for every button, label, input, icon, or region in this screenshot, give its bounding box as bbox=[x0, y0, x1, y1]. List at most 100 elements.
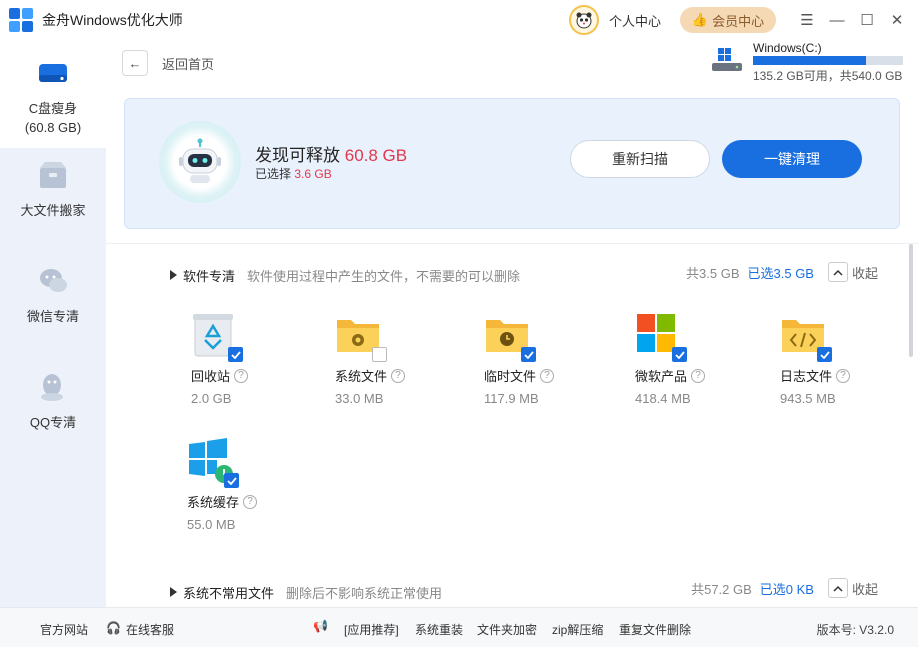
robot-icon bbox=[159, 121, 241, 203]
file-item-system-cache[interactable]: 系统缓存? 55.0 MB bbox=[187, 438, 297, 532]
microsoft-logo-icon bbox=[635, 312, 687, 362]
chevron-up-icon[interactable] bbox=[827, 578, 848, 598]
help-icon[interactable]: ? bbox=[234, 368, 249, 383]
file-item-log-files[interactable]: 日志文件? 943.5 MB bbox=[780, 312, 890, 406]
selected-value: 3.6 GB bbox=[294, 167, 332, 181]
checkbox-checked[interactable] bbox=[521, 347, 536, 362]
item-name: 临时文件 bbox=[484, 369, 537, 384]
item-name: 系统缓存 bbox=[187, 495, 240, 510]
thumb-up-icon: 👍 bbox=[691, 12, 709, 27]
checkbox-checked[interactable] bbox=[224, 473, 239, 488]
headset-icon: 🎧 bbox=[106, 621, 121, 635]
folder-gear-icon bbox=[335, 312, 387, 362]
sidebar: C盘瘦身 (60.8 GB) 大文件搬家 微信专清 QQ专清 bbox=[0, 40, 106, 607]
file-item-recycle-bin[interactable]: 回收站? 2.0 GB bbox=[191, 312, 301, 406]
wechat-icon bbox=[36, 264, 70, 298]
official-site-link[interactable]: 官方网站 bbox=[40, 621, 88, 638]
version-label: 版本号: V3.2.0 bbox=[816, 623, 894, 637]
rescan-button[interactable]: 重新扫描 bbox=[570, 140, 710, 178]
expand-arrow-icon bbox=[170, 587, 177, 597]
duplicate-delete-link[interactable]: 重复文件删除 bbox=[619, 621, 691, 638]
section-total: 共3.5 GB bbox=[686, 265, 740, 281]
back-button[interactable]: ← bbox=[122, 50, 148, 76]
item-name: 微软产品 bbox=[635, 369, 688, 384]
item-size: 418.4 MB bbox=[635, 391, 691, 406]
sidebar-item-large-files[interactable]: 大文件搬家 bbox=[0, 158, 106, 219]
section-desc: 删除后不影响系统正常使用 bbox=[286, 585, 443, 601]
section-software-header[interactable]: 软件专清 软件使用过程中产生的文件，不需要的可以删除 bbox=[170, 265, 520, 285]
drive-name: Windows(C:) bbox=[753, 41, 822, 55]
collapse-link[interactable]: 收起 bbox=[852, 579, 878, 598]
sidebar-item-label: QQ专清 bbox=[29, 415, 77, 430]
sidebar-item-wechat[interactable]: 微信专清 bbox=[0, 264, 106, 325]
arrow-left-icon: ← bbox=[128, 55, 142, 71]
section-software-summary: 共3.5 GB 已选3.5 GB 收起 bbox=[686, 262, 878, 282]
section-uncommon-summary: 共57.2 GB 已选0 KB 收起 bbox=[691, 578, 878, 598]
file-item-temp-files[interactable]: 临时文件? 117.9 MB bbox=[484, 312, 594, 406]
expand-arrow-icon bbox=[170, 270, 177, 280]
item-size: 943.5 MB bbox=[780, 391, 836, 406]
windows-drive-icon bbox=[712, 48, 742, 71]
file-item-system-files[interactable]: 系统文件? 33.0 MB bbox=[335, 312, 445, 406]
app-title: 金舟Windows优化大师 bbox=[42, 12, 183, 28]
app-recommend-label: [应用推荐] bbox=[344, 623, 399, 637]
app-logo-icon bbox=[9, 8, 33, 32]
system-reinstall-link[interactable]: 系统重装 bbox=[415, 621, 463, 638]
sidebar-item-qq[interactable]: QQ专清 bbox=[0, 370, 106, 431]
one-click-clean-button[interactable]: 一键清理 bbox=[722, 140, 862, 178]
sidebar-item-label: 大文件搬家 bbox=[20, 203, 86, 218]
found-summary: 发现可释放 60.8 GB bbox=[255, 141, 407, 166]
sidebar-item-sublabel: (60.8 GB) bbox=[24, 120, 82, 135]
section-title: 软件专清 bbox=[183, 268, 236, 284]
zip-link[interactable]: zip解压缩 bbox=[552, 621, 603, 638]
help-icon[interactable]: ? bbox=[540, 368, 555, 383]
hard-drive-icon bbox=[36, 56, 70, 90]
help-icon[interactable]: ? bbox=[691, 368, 706, 383]
checkbox-checked[interactable] bbox=[672, 347, 687, 362]
chevron-up-icon[interactable] bbox=[827, 262, 848, 282]
vip-center-label: 会员中心 bbox=[712, 13, 765, 29]
folder-clock-icon bbox=[484, 312, 536, 362]
windows-cache-icon bbox=[187, 438, 239, 488]
drive-usage-fill bbox=[753, 56, 866, 65]
avatar[interactable] bbox=[568, 5, 599, 35]
checkbox-checked[interactable] bbox=[228, 347, 243, 362]
megaphone-icon: 📢 bbox=[313, 619, 328, 633]
folder-encrypt-link[interactable]: 文件夹加密 bbox=[477, 621, 537, 638]
online-service-link[interactable]: 在线客服 bbox=[126, 621, 174, 638]
personal-center-link[interactable]: 个人中心 bbox=[609, 11, 661, 30]
help-icon[interactable]: ? bbox=[243, 494, 258, 509]
help-icon[interactable]: ? bbox=[391, 368, 406, 383]
selected-label: 已选择 bbox=[255, 167, 292, 181]
sidebar-item-c-drive[interactable]: C盘瘦身 (60.8 GB) bbox=[0, 40, 106, 148]
folder-code-icon bbox=[780, 312, 832, 362]
menu-icon[interactable]: ☰ bbox=[792, 0, 822, 40]
item-name: 系统文件 bbox=[335, 369, 388, 384]
scan-summary-card: 发现可释放 60.8 GB 已选择 3.6 GB 重新扫描 一键清理 bbox=[124, 98, 900, 229]
section-total: 共57.2 GB bbox=[691, 581, 752, 597]
help-icon[interactable]: ? bbox=[836, 368, 851, 383]
collapse-link[interactable]: 收起 bbox=[852, 263, 878, 282]
title-bar: 金舟Windows优化大师 个人中心 👍 会员中心 ☰ — ☐ ✕ bbox=[0, 0, 918, 40]
found-value: 60.8 GB bbox=[344, 146, 408, 165]
section-selected: 已选0 KB bbox=[759, 581, 814, 597]
close-icon[interactable]: ✕ bbox=[882, 0, 912, 40]
drive-usage-text: 135.2 GB可用，共540.0 GB bbox=[753, 69, 903, 83]
item-size: 33.0 MB bbox=[335, 391, 384, 406]
sidebar-item-label: C盘瘦身 bbox=[28, 101, 78, 116]
scrollbar[interactable] bbox=[909, 244, 913, 357]
section-desc: 软件使用过程中产生的文件，不需要的可以删除 bbox=[247, 268, 521, 284]
back-home-link[interactable]: 返回首页 bbox=[162, 54, 214, 73]
main-topbar: ← 返回首页 Windows(C:) 135.2 GB可用，共540.0 GB bbox=[106, 40, 918, 88]
section-uncommon-header[interactable]: 系统不常用文件 删除后不影响系统正常使用 bbox=[170, 582, 442, 602]
vip-center-button[interactable]: 👍 会员中心 bbox=[680, 7, 776, 33]
recycle-bin-icon bbox=[191, 312, 243, 362]
maximize-icon[interactable]: ☐ bbox=[852, 0, 882, 40]
file-item-microsoft-products[interactable]: 微软产品? 418.4 MB bbox=[635, 312, 745, 406]
checkbox-checked[interactable] bbox=[817, 347, 832, 362]
divider bbox=[106, 243, 918, 244]
box-icon bbox=[36, 158, 70, 192]
checkbox-unchecked[interactable] bbox=[372, 347, 387, 362]
minimize-icon[interactable]: — bbox=[822, 0, 852, 40]
panda-icon bbox=[576, 12, 592, 29]
